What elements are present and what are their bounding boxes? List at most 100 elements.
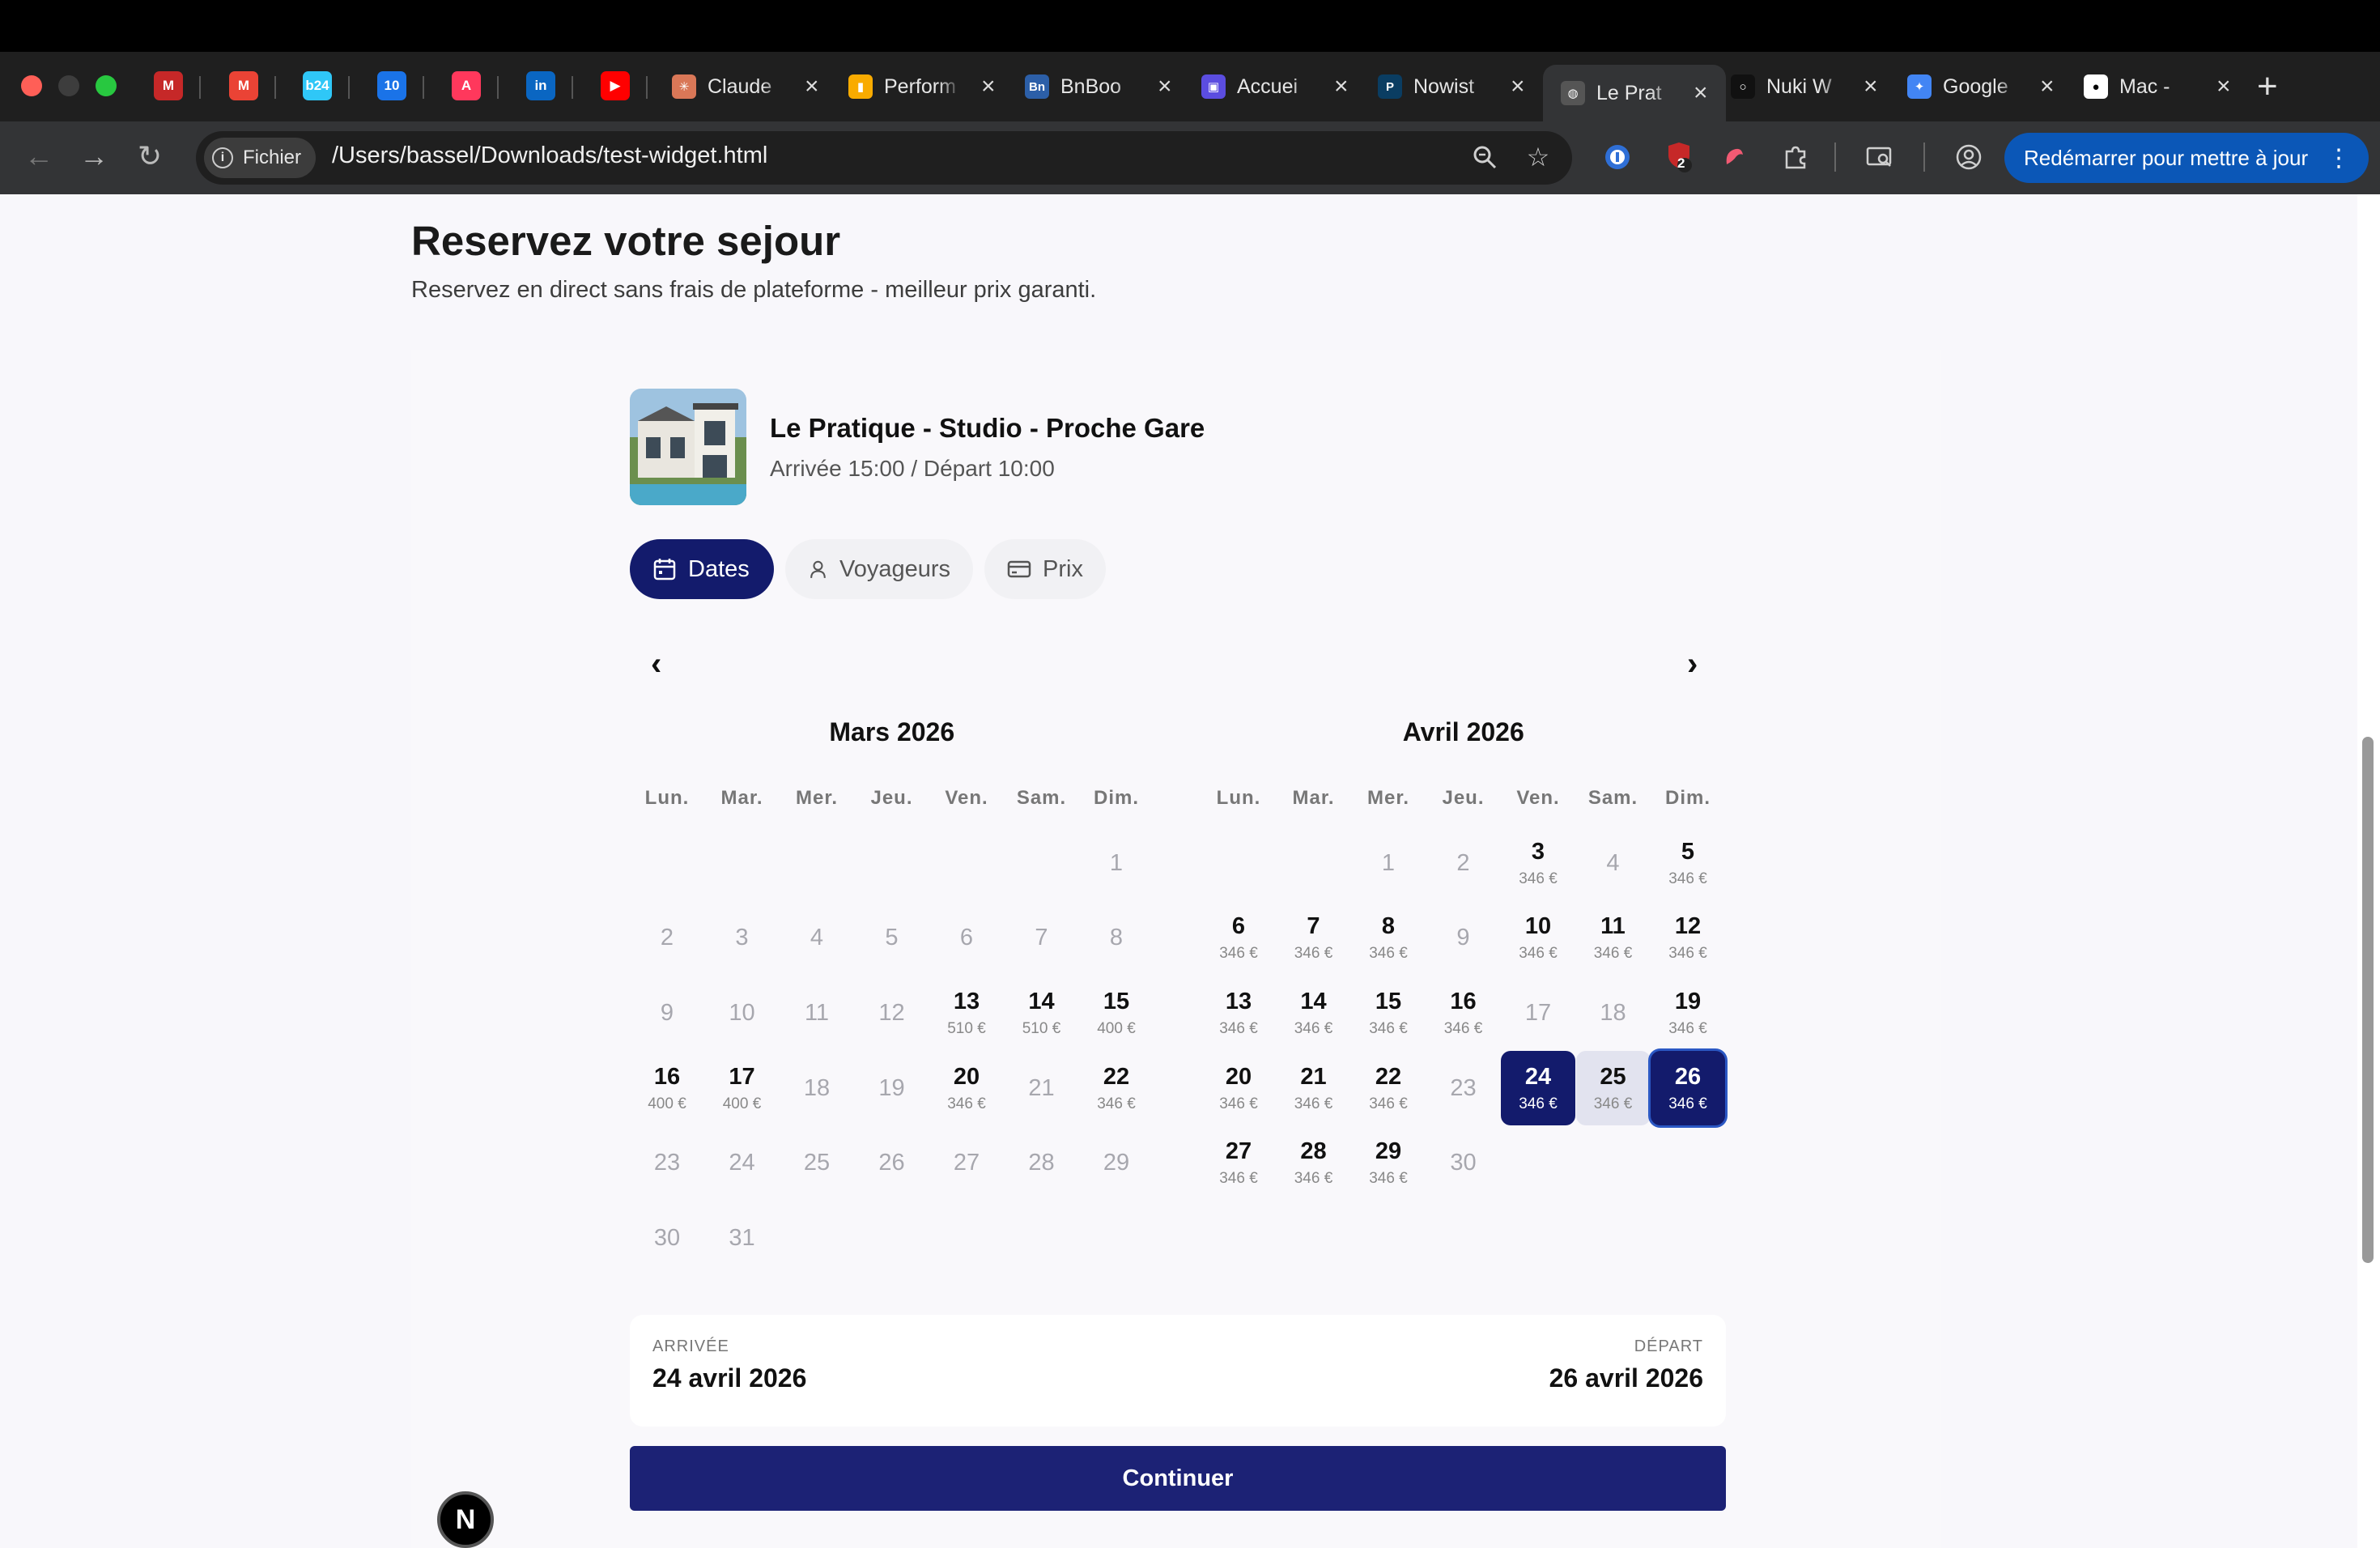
calendar-day[interactable]: 26 346 €: [1651, 1051, 1725, 1125]
close-tab-icon[interactable]: ×: [1694, 79, 1708, 107]
day-number: 27: [953, 1149, 980, 1176]
browser-tab[interactable]: ○ Nuki W ×: [1731, 65, 1878, 108]
browser-tab[interactable]: ▣ Accuei ×: [1201, 65, 1349, 108]
url-text[interactable]: /Users/bassel/Downloads/test-widget.html: [332, 142, 767, 169]
password-manager-icon[interactable]: [1601, 141, 1634, 173]
site-info-chip[interactable]: i Fichier: [204, 138, 317, 178]
close-tab-icon[interactable]: ×: [805, 73, 819, 100]
calendar-day[interactable]: 28 346 €: [1277, 1125, 1351, 1200]
calendar-day[interactable]: 14 346 €: [1277, 976, 1351, 1050]
calendar-day[interactable]: 8 346 €: [1351, 900, 1426, 975]
calendar-day[interactable]: 22 346 €: [1351, 1051, 1426, 1125]
day-price: 346 €: [1519, 1095, 1558, 1112]
calendar-day[interactable]: 17 400 €: [705, 1051, 780, 1125]
browser-tab[interactable]: ● Mac - ×: [2084, 65, 2231, 108]
day-price: 346 €: [1294, 1169, 1333, 1187]
continue-button[interactable]: Continuer: [630, 1446, 1726, 1511]
credit-card-icon: [1007, 560, 1031, 578]
calendar-day: 23: [1426, 1051, 1501, 1125]
calendar-day[interactable]: 11 346 €: [1576, 900, 1651, 975]
page-title: Reservez votre sejour: [411, 218, 841, 264]
calendar-day[interactable]: 15 346 €: [1351, 976, 1426, 1050]
calendar-day[interactable]: 15 400 €: [1079, 976, 1154, 1050]
day-number: 30: [1450, 1149, 1477, 1176]
next-month-button[interactable]: ›: [1687, 646, 1698, 683]
tab-title: Nowist: [1413, 74, 1475, 98]
calendar-day[interactable]: 6 346 €: [1201, 900, 1276, 975]
calendar-day[interactable]: 16 400 €: [630, 1051, 704, 1125]
browser-tab[interactable]: ▮ Perform ×: [848, 65, 996, 108]
calendar-day[interactable]: 27 346 €: [1201, 1125, 1276, 1200]
departure-label: DÉPART: [1634, 1337, 1703, 1355]
extensions-puzzle-icon[interactable]: [1779, 141, 1812, 173]
calendar-day[interactable]: 3 346 €: [1501, 826, 1575, 900]
back-button[interactable]: ←: [24, 139, 53, 173]
step-price-button[interactable]: Prix: [984, 539, 1106, 599]
calendar-day[interactable]: 19 346 €: [1651, 976, 1725, 1050]
calendar-day: 2: [630, 900, 704, 975]
calendar-day[interactable]: 5 346 €: [1651, 826, 1725, 900]
browser-tab[interactable]: P Nowist ×: [1378, 65, 1525, 108]
calendar-day[interactable]: 16 346 €: [1426, 976, 1501, 1050]
forward-button[interactable]: →: [79, 139, 108, 173]
bookmark-star-icon[interactable]: ☆: [1522, 141, 1554, 173]
calendar-day: 8: [1079, 900, 1154, 975]
browser-tab[interactable]: ✳ Claude ×: [672, 65, 819, 108]
tab-search-icon[interactable]: [1864, 141, 1896, 173]
calendar-day[interactable]: 10 346 €: [1501, 900, 1575, 975]
close-tab-icon[interactable]: ×: [1511, 73, 1525, 100]
gmail-icon[interactable]: M: [229, 71, 258, 100]
close-tab-icon[interactable]: ×: [981, 73, 996, 100]
more-menu-icon[interactable]: ⋮: [2327, 144, 2351, 172]
tab-title: Perform: [884, 74, 956, 98]
browser-tab[interactable]: Bn BnBoo ×: [1025, 65, 1172, 108]
linkedin-icon[interactable]: in: [526, 71, 555, 100]
extension-pink-icon[interactable]: [1718, 141, 1750, 173]
browser-tab[interactable]: ✦ Google ×: [1907, 65, 2055, 108]
profile-icon[interactable]: [1953, 141, 1985, 173]
calendar-day[interactable]: 14 510 €: [1005, 976, 1079, 1050]
day-number: 25: [1600, 1063, 1626, 1090]
day-price: 346 €: [1668, 944, 1707, 962]
calendar-day[interactable]: 22 346 €: [1079, 1051, 1154, 1125]
gmail-zoho-icon[interactable]: M: [154, 71, 183, 100]
new-tab-button[interactable]: +: [2257, 66, 2278, 107]
close-window-button[interactable]: [21, 75, 42, 96]
tab-favicon-icon: ○: [1731, 74, 1755, 99]
calendar-day[interactable]: 13 510 €: [929, 976, 1004, 1050]
calendar-icon[interactable]: 10: [377, 71, 406, 100]
calendar-day[interactable]: 25 346 €: [1575, 1051, 1651, 1125]
bitrix24-icon[interactable]: b24: [303, 71, 332, 100]
close-tab-icon[interactable]: ×: [1334, 73, 1349, 100]
calendar-day[interactable]: 12 346 €: [1651, 900, 1725, 975]
day-number: 22: [1375, 1063, 1402, 1090]
extension-badge-count: 2: [1677, 155, 1685, 171]
close-tab-icon[interactable]: ×: [2216, 73, 2231, 100]
calendar-day[interactable]: 29 346 €: [1351, 1125, 1426, 1200]
calendar-day[interactable]: 21 346 €: [1277, 1051, 1351, 1125]
browser-tab[interactable]: ◍ Le Prat ×: [1543, 65, 1726, 121]
property-name: Le Pratique - Studio - Proche Gare: [770, 413, 1205, 443]
update-browser-button[interactable]: Redémarrer pour mettre à jour ⋮: [2004, 133, 2369, 183]
previous-month-button[interactable]: ‹: [651, 646, 661, 683]
zoom-window-button[interactable]: [96, 75, 117, 96]
zoom-icon[interactable]: [1468, 141, 1501, 173]
youtube-icon[interactable]: ▶: [601, 71, 630, 100]
day-price: 400 €: [648, 1095, 686, 1112]
step-guests-button[interactable]: Voyageurs: [785, 539, 973, 599]
close-tab-icon[interactable]: ×: [1158, 73, 1172, 100]
calendar-day[interactable]: 20 346 €: [1201, 1051, 1276, 1125]
scrollbar-thumb[interactable]: [2362, 737, 2374, 1263]
reload-button[interactable]: ↻: [138, 139, 162, 173]
calendar-day[interactable]: 24 346 €: [1501, 1051, 1575, 1125]
step-dates-button[interactable]: Dates: [630, 539, 774, 599]
calendar-day[interactable]: 20 346 €: [929, 1051, 1004, 1125]
calendar-day[interactable]: 13 346 €: [1201, 976, 1276, 1050]
close-tab-icon[interactable]: ×: [1864, 73, 1878, 100]
minimize-window-button[interactable]: [58, 75, 79, 96]
calendar-day[interactable]: 7 346 €: [1277, 900, 1351, 975]
airbnb-icon[interactable]: A: [452, 71, 481, 100]
close-tab-icon[interactable]: ×: [2040, 73, 2055, 100]
nextjs-dev-badge[interactable]: N: [437, 1491, 494, 1548]
day-number: 24: [1524, 1063, 1552, 1090]
